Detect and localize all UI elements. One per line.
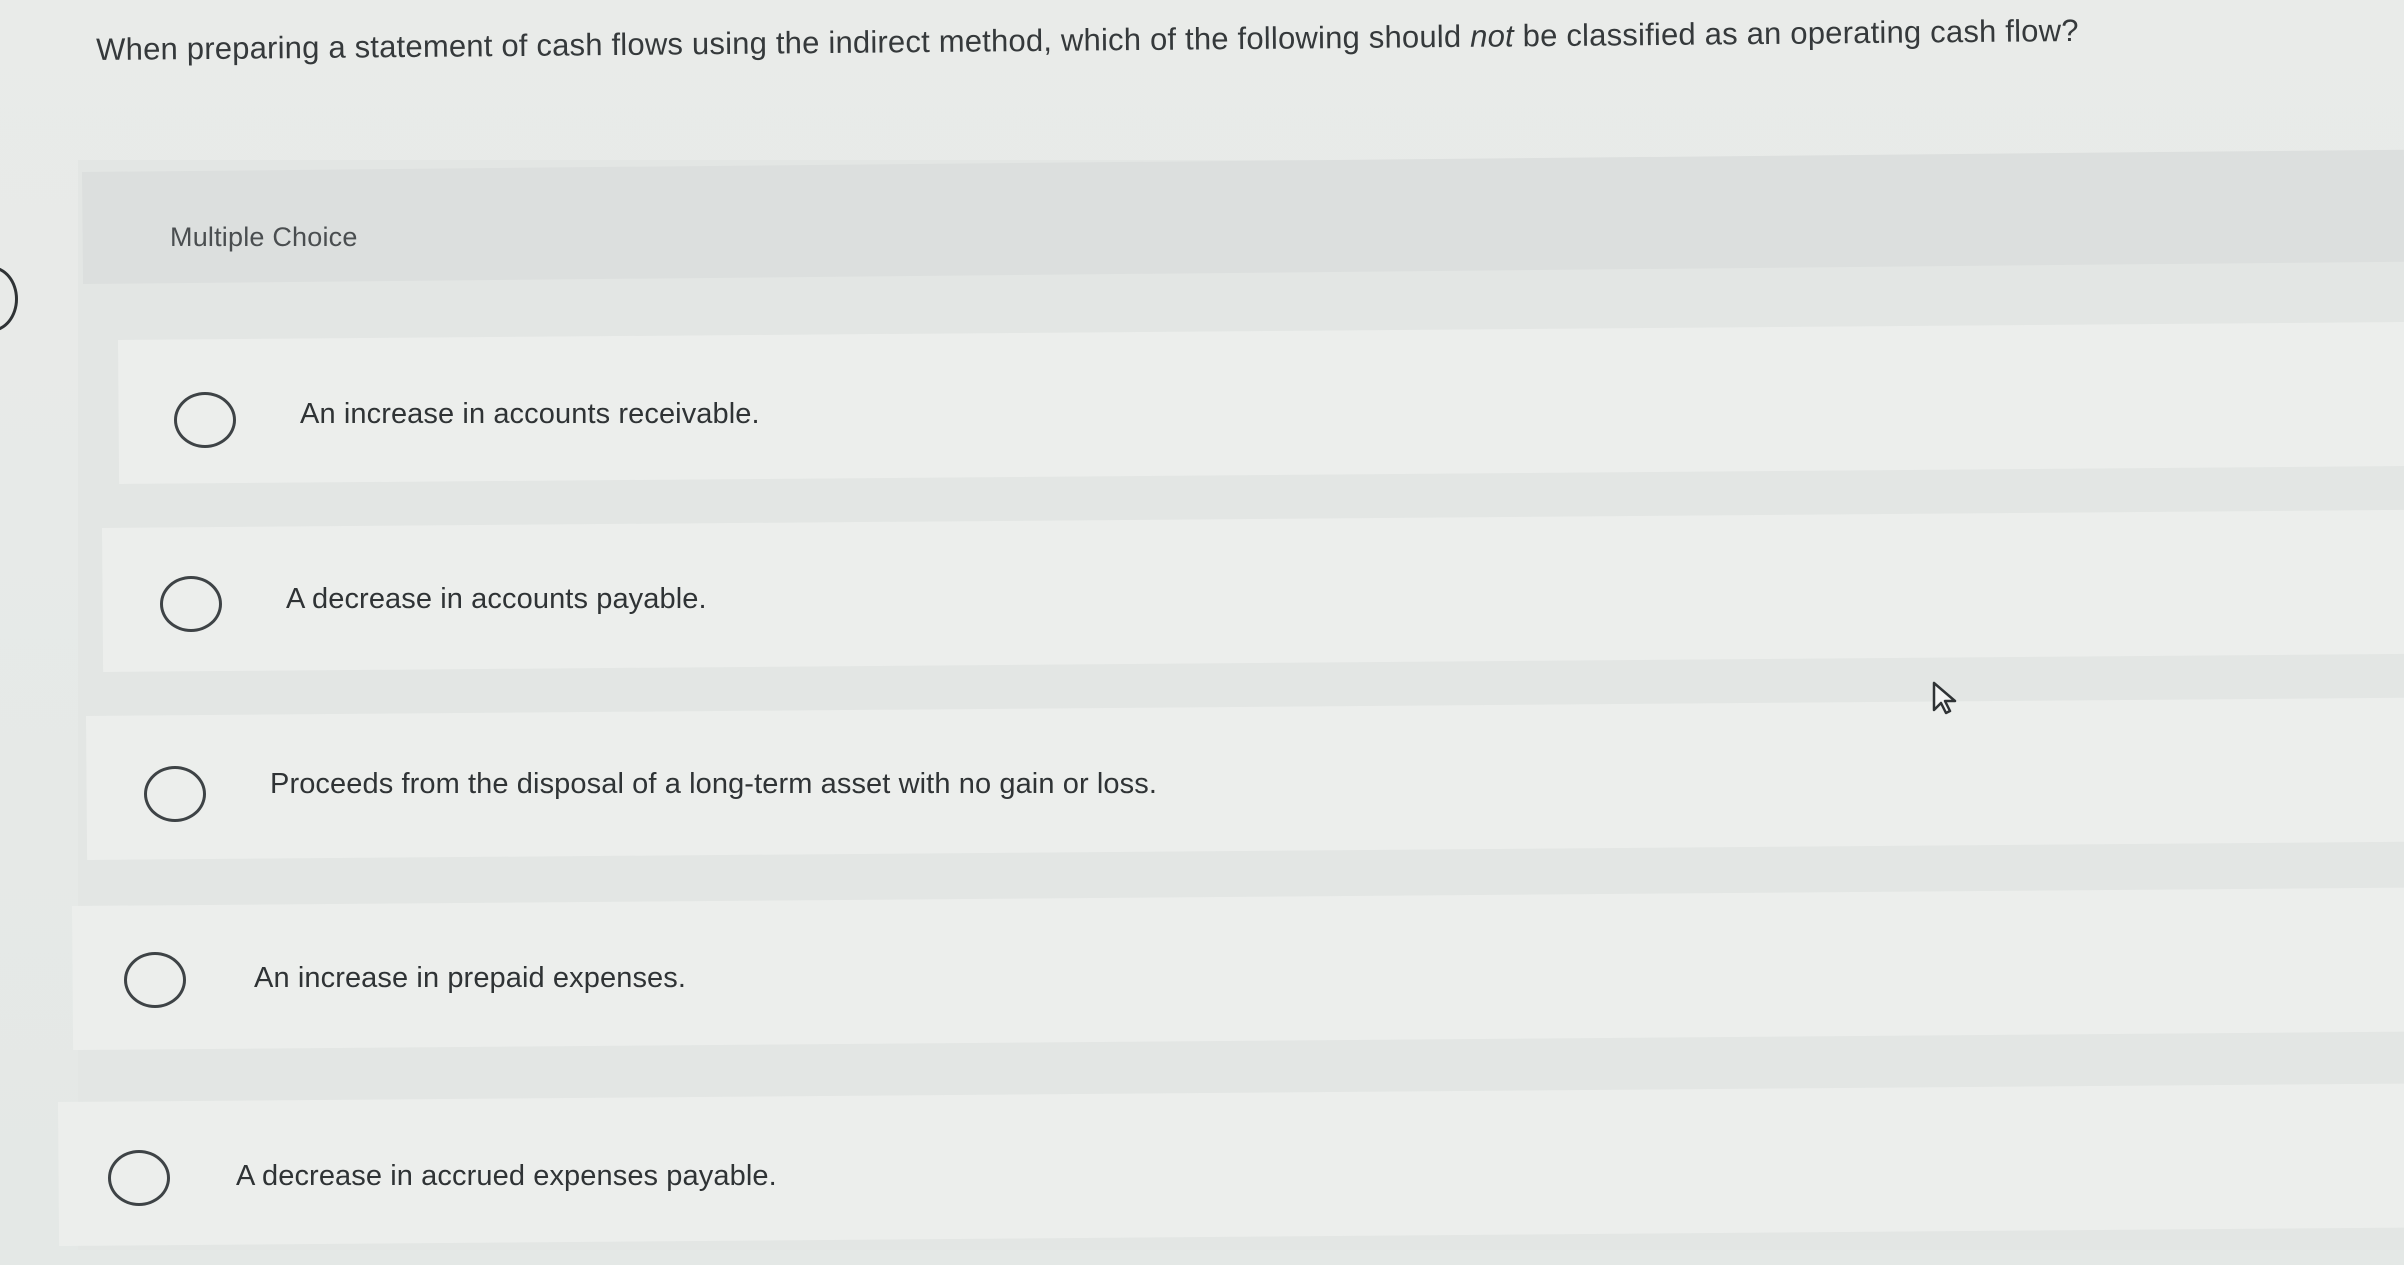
- radio-unselected-icon[interactable]: [174, 392, 236, 448]
- radio-unselected-icon[interactable]: [124, 952, 186, 1008]
- radio-unselected-icon[interactable]: [108, 1150, 170, 1206]
- mouse-pointer-icon: [1932, 681, 1957, 715]
- option-label[interactable]: An increase in prepaid expenses.: [254, 962, 686, 995]
- radio-unselected-icon[interactable]: [144, 766, 206, 822]
- quiz-page: When preparing a statement of cash flows…: [0, 0, 2404, 1265]
- question-text-end: be classified as an operating cash flow?: [1513, 12, 2079, 54]
- question-emphasis: not: [1470, 18, 1515, 54]
- multiple-choice-label: Multiple Choice: [170, 222, 358, 252]
- option-label[interactable]: An increase in accounts receivable.: [300, 398, 760, 431]
- question-text-start: When preparing a statement of cash flows…: [96, 18, 1471, 67]
- question-prompt: When preparing a statement of cash flows…: [96, 6, 2336, 72]
- option-label[interactable]: Proceeds from the disposal of a long-ter…: [270, 768, 1157, 801]
- side-panel-toggle[interactable]: [0, 266, 18, 332]
- option-label[interactable]: A decrease in accounts payable.: [286, 583, 707, 616]
- option-label[interactable]: A decrease in accrued expenses payable.: [236, 1160, 777, 1193]
- multiple-choice-header: [82, 149, 2404, 284]
- radio-unselected-icon[interactable]: [160, 576, 222, 632]
